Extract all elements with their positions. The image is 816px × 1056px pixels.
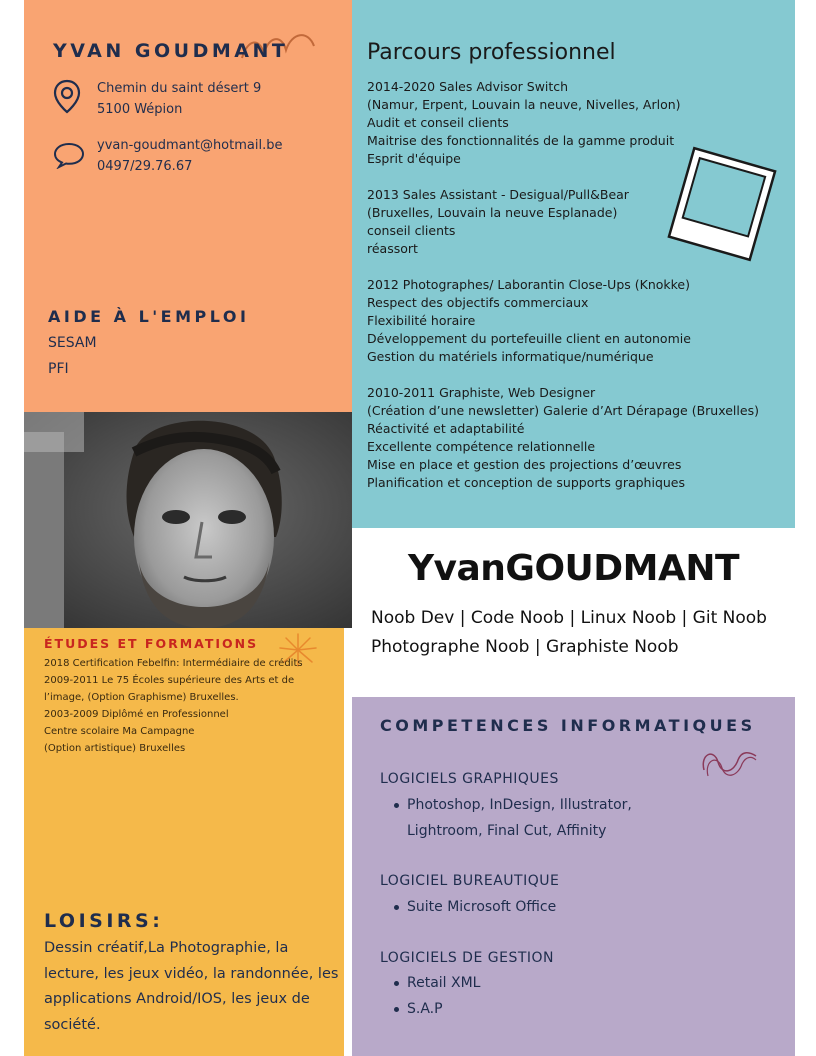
skills-group-label: LOGICIEL BUREAUTIQUE [380,873,560,889]
skills-list: Suite Microsoft Office [380,895,760,921]
skills-list: Photoshop, InDesign, Illustrator, Lightr… [380,793,680,844]
skills-group-label: LOGICIELS DE GESTION [380,950,555,966]
wave-decoration-icon [702,752,757,777]
skills-list-item: S.A.P [380,997,760,1023]
experience-entry: 2012 Photographes/ Laborantin Close-Ups … [367,276,787,366]
experience-line: Réactivité et adaptabilité [367,421,525,436]
experience-line: Excellente compétence relationnelle [367,439,596,454]
speech-bubble-icon [53,142,85,169]
aide-item: SESAM [48,335,97,351]
competences-title: COMPETENCES INFORMATIQUES [380,716,756,735]
address-block: Chemin du saint désert 9 5100 Wépion [97,78,261,120]
polaroid-frame-icon [667,146,777,262]
email-text[interactable]: yvan-goudmant@hotmail.be [97,135,282,156]
etudes-list: 2018 Certification Febelfin: Intermédiai… [44,655,344,757]
etudes-line: l’image, (Option Graphisme) Bruxelles. [44,692,239,703]
profile-photo [24,412,352,628]
skills-list-item: Suite Microsoft Office [380,895,760,921]
skills-list-item: Photoshop, InDesign, Illustrator, Lightr… [380,793,680,844]
skills-group-label: LOGICIELS GRAPHIQUES [380,771,559,787]
address-line-1: Chemin du saint désert 9 [97,81,262,96]
loisirs-text: Dessin créatif,La Photographie, la lectu… [44,940,339,1033]
experience-line: 2010-2011 Graphiste, Web Designer [367,385,596,400]
phone-text: 0497/29.76.67 [97,159,193,174]
experience-line: (Namur, Erpent, Louvain la neuve, Nivell… [367,97,681,112]
loisirs-title: LOISIRS: [44,910,164,932]
contact-block: yvan-goudmant@hotmail.be 0497/29.76.67 [97,135,282,177]
experience-line: Audit et conseil clients [367,115,509,130]
parcours-title: Parcours professionnel [367,40,616,65]
experience-line: Gestion du matériels informatique/numéri… [367,349,654,364]
skills-list-item: Retail XML [380,971,760,997]
experience-line: (Création d’une newsletter) Galerie d’Ar… [367,403,759,418]
experience-line: 2014-2020 Sales Advisor Switch [367,79,569,94]
aide-list: SESAM PFI [48,330,97,382]
experience-entry: 2010-2011 Graphiste, Web Designer (Créat… [367,384,787,492]
etudes-line: Centre scolaire Ma Campagne [44,726,195,737]
etudes-line: 2018 Certification Febelfin: Intermédiai… [44,658,303,669]
location-pin-icon [53,79,81,114]
experience-line: Flexibilité horaire [367,313,476,328]
aide-title: AIDE À L'EMPLOI [48,307,250,326]
profile-name: YvanGOUDMANT [407,548,740,589]
address-line-2: 5100 Wépion [97,102,183,117]
etudes-line: 2009-2011 Le 75 Écoles supérieure des Ar… [44,675,295,686]
experience-line: Respect des objectifs commerciaux [367,295,589,310]
etudes-title: ÉTUDES ET FORMATIONS [44,636,259,651]
experience-line: Planification et conception de supports … [367,475,686,490]
experience-line: Développement du portefeuille client en … [367,331,691,346]
experience-line: 2012 Photographes/ Laborantin Close-Ups … [367,277,690,292]
etudes-line: (Option artistique) Bruxelles [44,743,186,754]
header-name: YVAN GOUDMANT [53,40,289,62]
etudes-line: 2003-2009 Diplômé en Professionnel [44,709,229,720]
skills-list: Retail XML S.A.P [380,971,760,1022]
aide-item: PFI [48,361,69,377]
experience-line: Mise en place et gestion des projections… [367,457,682,472]
profile-tagline: Noob Dev | Code Noob | Linux Noob | Git … [371,608,767,657]
